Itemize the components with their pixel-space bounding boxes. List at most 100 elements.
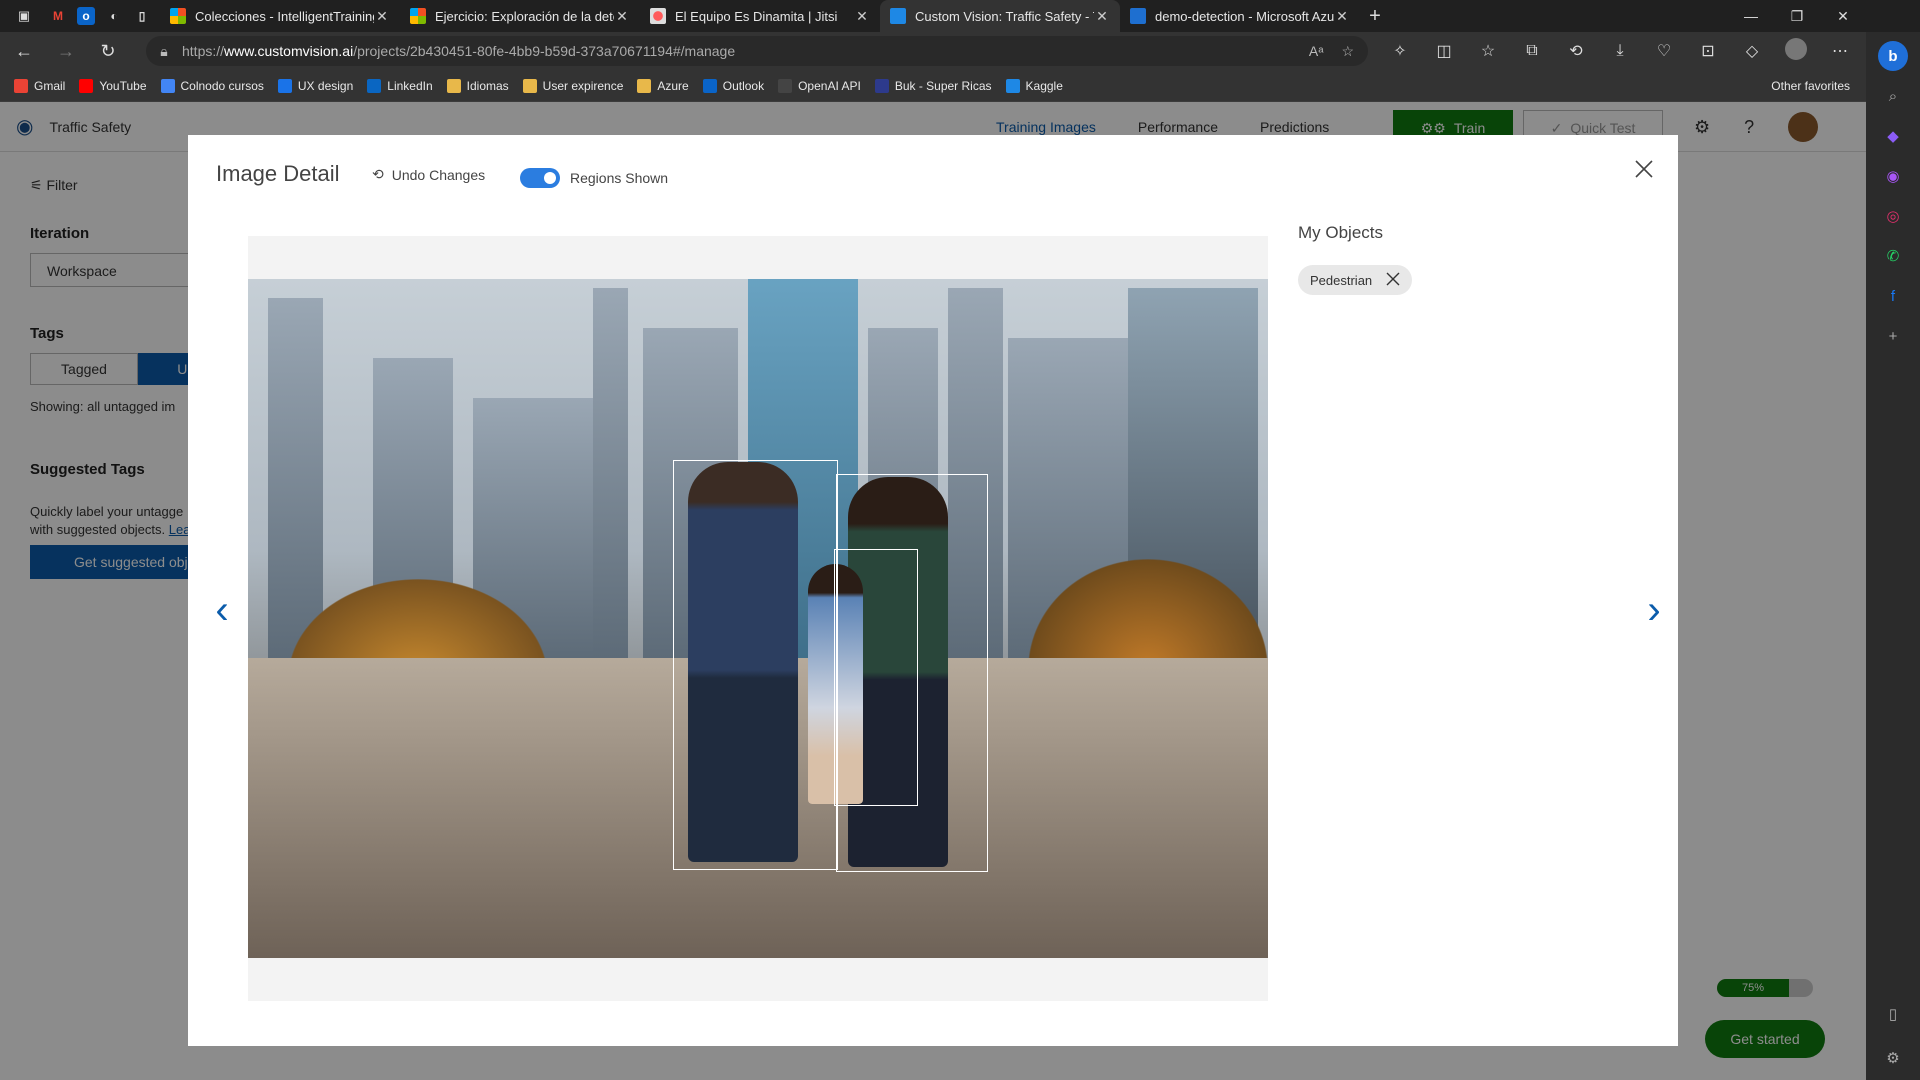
- address-bar[interactable]: 🔒︎ https://www.customvision.ai/projects/…: [146, 36, 1368, 66]
- screenshot-icon[interactable]: ⊡: [1686, 41, 1730, 61]
- refresh-icon[interactable]: ↻: [90, 36, 126, 66]
- folder-icon: [446, 78, 461, 93]
- region-box-pedestrian[interactable]: [673, 460, 838, 870]
- other-favorites[interactable]: Other favorites: [1749, 79, 1850, 93]
- browser-tab[interactable]: demo-detection - Microsoft Azu ✕: [1120, 0, 1360, 32]
- azure-icon: [1130, 8, 1146, 24]
- folder-icon: [1749, 79, 1765, 92]
- browser-tab[interactable]: Colecciones - IntelligentTraining ✕: [160, 0, 400, 32]
- tab-actions-icon[interactable]: ▣: [12, 4, 36, 28]
- restore-icon[interactable]: ❐: [1774, 0, 1820, 32]
- image-viewer: [248, 236, 1268, 1001]
- read-aloud-icon[interactable]: Aᵃ: [1309, 43, 1324, 60]
- region-box-pedestrian[interactable]: [834, 549, 918, 806]
- next-image-chevron-icon[interactable]: ›: [1634, 588, 1674, 633]
- browser-chrome: ▣ M o ◐ ▯ Colecciones - IntelligentTrain…: [0, 0, 1866, 102]
- forward-icon[interactable]: →: [48, 36, 84, 66]
- modal-title: Image Detail: [216, 161, 340, 186]
- history-icon[interactable]: ⟲: [1554, 41, 1598, 61]
- bing-copilot-icon[interactable]: b: [1878, 41, 1908, 71]
- bookmark-item[interactable]: Gmail: [14, 78, 65, 93]
- bookmark-item[interactable]: Azure: [637, 78, 689, 93]
- outlook-icon: [702, 78, 717, 93]
- remove-tag-icon[interactable]: [1386, 272, 1400, 289]
- bookmark-item[interactable]: YouTube: [79, 78, 147, 93]
- regions-shown-toggle[interactable]: [520, 168, 560, 188]
- undo-icon: ⟲: [372, 166, 384, 182]
- bookmark-item[interactable]: UX design: [277, 78, 353, 93]
- new-tab-button[interactable]: +: [1360, 5, 1390, 28]
- kaggle-icon: [1005, 78, 1020, 93]
- training-image[interactable]: [248, 279, 1268, 958]
- split-screen-icon[interactable]: ◫: [1422, 41, 1466, 61]
- regions-shown-label: Regions Shown: [570, 170, 669, 186]
- favorites-icon[interactable]: ☆: [1466, 41, 1510, 61]
- page-pinned-tab[interactable]: ▯: [128, 2, 156, 30]
- image-detail-modal: Image Detail ⟲ Undo Changes Regions Show…: [188, 135, 1678, 1046]
- bookmark-item[interactable]: OpenAI API: [778, 78, 861, 93]
- close-tab-icon[interactable]: ✕: [614, 8, 630, 25]
- record-icon: [650, 8, 666, 24]
- skyscraper: [268, 298, 323, 658]
- minimize-icon[interactable]: —: [1728, 0, 1774, 32]
- microsoft-icon: [170, 8, 186, 24]
- github-pinned-tab[interactable]: ◐: [100, 2, 128, 30]
- outlook-pinned-tab[interactable]: o: [77, 7, 95, 25]
- add-sidebar-app-icon[interactable]: +: [1878, 321, 1908, 351]
- performance-icon[interactable]: ♡: [1642, 41, 1686, 61]
- lock-icon[interactable]: 🔒︎: [146, 43, 182, 60]
- previous-image-chevron-icon[interactable]: ‹: [202, 588, 242, 633]
- folder-icon: [522, 78, 537, 93]
- linkedin-icon: [367, 78, 382, 93]
- close-modal-icon[interactable]: [1630, 155, 1658, 183]
- window-controls: — ❐ ✕: [1728, 0, 1866, 32]
- back-icon[interactable]: ←: [6, 36, 42, 66]
- bookmark-item[interactable]: LinkedIn: [367, 78, 433, 93]
- profile-avatar[interactable]: [1774, 37, 1818, 65]
- my-objects-heading: My Objects: [1298, 223, 1384, 242]
- instagram-icon[interactable]: ◎: [1878, 201, 1908, 231]
- app-icon-purple[interactable]: ◆: [1878, 121, 1908, 151]
- whatsapp-icon[interactable]: ✆: [1878, 241, 1908, 271]
- browser-tab[interactable]: Ejercicio: Exploración de la detec ✕: [400, 0, 640, 32]
- bookmark-item[interactable]: User expirence: [522, 78, 623, 93]
- close-tab-icon[interactable]: ✕: [1094, 8, 1110, 25]
- tab-strip: ▣ M o ◐ ▯ Colecciones - IntelligentTrain…: [0, 0, 1866, 32]
- customvision-icon: [890, 8, 906, 24]
- browser-tab[interactable]: El Equipo Es Dinamita | Jitsi ✕: [640, 0, 880, 32]
- edge-sidebar: b ⌕ ◆ ◉ ◎ ✆ f + ▯ ⚙: [1866, 32, 1920, 1080]
- youtube-icon: [79, 78, 94, 93]
- bookmarks-bar: Gmail YouTube Colnodo cursos UX design Linke…: [0, 70, 1866, 102]
- close-tab-icon[interactable]: ✕: [1334, 8, 1350, 25]
- sidebar-layout-icon[interactable]: ▯: [1878, 999, 1908, 1029]
- tag-chip-pedestrian: Pedestrian: [1298, 265, 1413, 295]
- messenger-icon[interactable]: ◉: [1878, 161, 1908, 191]
- toggle-knob: [544, 172, 556, 184]
- bookmark-item[interactable]: Colnodo cursos: [160, 78, 264, 93]
- search-icon[interactable]: ⌕: [1878, 81, 1908, 111]
- bookmark-item[interactable]: Idiomas: [446, 78, 509, 93]
- close-tab-icon[interactable]: ✕: [374, 8, 390, 25]
- url-text[interactable]: https://www.customvision.ai/projects/2b4…: [182, 43, 735, 59]
- browser-tab[interactable]: Custom Vision: Traffic Safety - Tr ✕: [880, 0, 1120, 32]
- skyscraper: [593, 288, 628, 658]
- copilot-icon[interactable]: ◇: [1730, 41, 1774, 61]
- collections-icon[interactable]: ⧉: [1510, 42, 1554, 60]
- google-icon: [160, 78, 175, 93]
- bookmark-item[interactable]: Buk - Super Ricas: [874, 78, 992, 93]
- close-window-icon[interactable]: ✕: [1820, 0, 1866, 32]
- close-tab-icon[interactable]: ✕: [854, 8, 870, 25]
- facebook-icon[interactable]: f: [1878, 281, 1908, 311]
- microsoft-icon: [410, 8, 426, 24]
- gmail-pinned-tab[interactable]: M: [44, 2, 72, 30]
- extensions-icon[interactable]: ✧: [1378, 41, 1422, 61]
- undo-changes-button[interactable]: ⟲ Undo Changes: [372, 166, 485, 183]
- buk-icon: [874, 78, 889, 93]
- address-toolbar: ← → ↻ 🔒︎ https://www.customvision.ai/pro…: [0, 32, 1866, 70]
- downloads-icon[interactable]: ⤓: [1598, 42, 1642, 60]
- bookmark-item[interactable]: Outlook: [702, 78, 764, 93]
- sidebar-settings-icon[interactable]: ⚙: [1878, 1043, 1908, 1073]
- favorite-star-icon[interactable]: ☆: [1341, 43, 1354, 60]
- more-menu-icon[interactable]: ⋯: [1818, 41, 1862, 61]
- bookmark-item[interactable]: Kaggle: [1005, 78, 1063, 93]
